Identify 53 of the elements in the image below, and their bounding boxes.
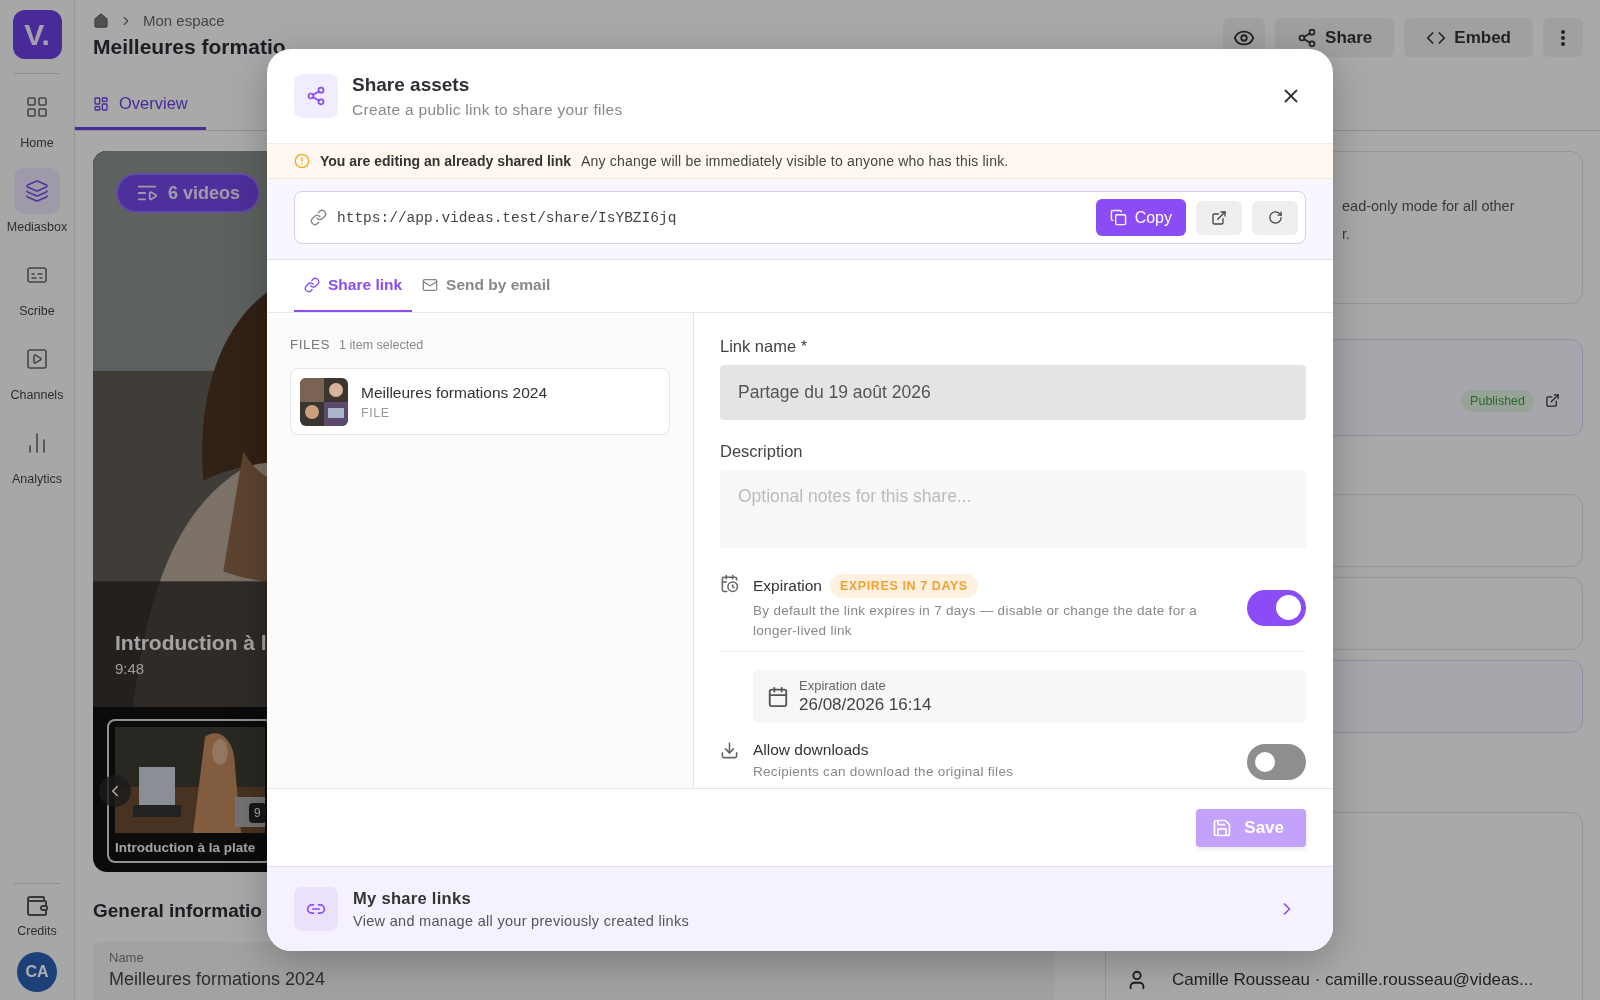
sidebar-label: Analytics <box>12 472 62 486</box>
sidebar-label: Home <box>20 136 54 150</box>
external-link-icon <box>1211 209 1227 226</box>
owner-text: Camille Rousseau · camille.rousseau@videas... <box>1172 970 1534 990</box>
sidebar-label: Credits <box>17 924 57 938</box>
layers-icon <box>25 179 49 203</box>
option-title: Allow downloads <box>753 741 870 759</box>
info-text: r. <box>1342 225 1351 244</box>
duration-badge: 9 <box>249 803 266 823</box>
field-value: Meilleures formations 2024 <box>109 969 327 990</box>
field-label: Name <box>109 950 145 965</box>
embed-button[interactable]: Embed <box>1404 18 1533 57</box>
page-title: Meilleures formatio <box>93 35 286 59</box>
play-icon <box>25 347 49 371</box>
more-button[interactable] <box>1543 18 1583 57</box>
grid-icon <box>25 95 49 119</box>
previous-button[interactable] <box>99 775 131 807</box>
sidebar-label: Channels <box>10 388 64 402</box>
link-icon <box>294 887 338 931</box>
my-share-links-link[interactable]: My share links View and manage all your previously created links <box>267 866 1333 951</box>
dialog-subtitle: Create a public link to share your files <box>352 100 624 119</box>
page-tab[interactable]: Overview <box>75 82 206 130</box>
info-text: ead-only mode for all other <box>1342 197 1515 216</box>
sidebar-label: Scribe <box>19 304 55 318</box>
share-icon <box>294 74 338 118</box>
copy-button[interactable]: Copy <box>1095 199 1186 236</box>
breadcrumb-link[interactable]: Mon espace <box>143 12 225 29</box>
more-icon <box>1561 29 1565 46</box>
save-icon <box>1212 817 1233 838</box>
dialog-title: Share assets <box>352 73 471 96</box>
copy-icon <box>1109 209 1127 226</box>
option-description: Recipients can download the original files <box>753 763 1015 781</box>
wallet-icon[interactable] <box>25 894 49 918</box>
share-icon <box>1297 27 1318 48</box>
expiration-toggle[interactable] <box>1247 589 1306 626</box>
downloads-toggle[interactable] <box>1247 743 1306 780</box>
user-avatar[interactable]: CA <box>17 952 57 992</box>
share-button[interactable]: Share <box>1275 18 1395 57</box>
home-icon[interactable] <box>93 12 109 29</box>
sidebar-label: Mediasbox <box>6 220 68 234</box>
external-link-icon[interactable] <box>1545 393 1560 408</box>
open-link-button[interactable] <box>1196 200 1242 235</box>
regenerate-button[interactable] <box>1252 200 1298 235</box>
download-icon <box>720 741 739 760</box>
dashboard-icon <box>93 95 109 112</box>
refresh-icon <box>1267 210 1283 225</box>
link-title: My share links <box>353 889 472 908</box>
app-logo[interactable]: V. <box>12 10 62 59</box>
status-badge: Published <box>1461 390 1534 412</box>
link-description: View and manage all your previously created links <box>353 913 691 929</box>
sidebar-item[interactable] <box>14 168 60 214</box>
thumbnail-title: Introduction à la plate <box>115 839 257 857</box>
section-heading: General informatio <box>93 900 262 922</box>
